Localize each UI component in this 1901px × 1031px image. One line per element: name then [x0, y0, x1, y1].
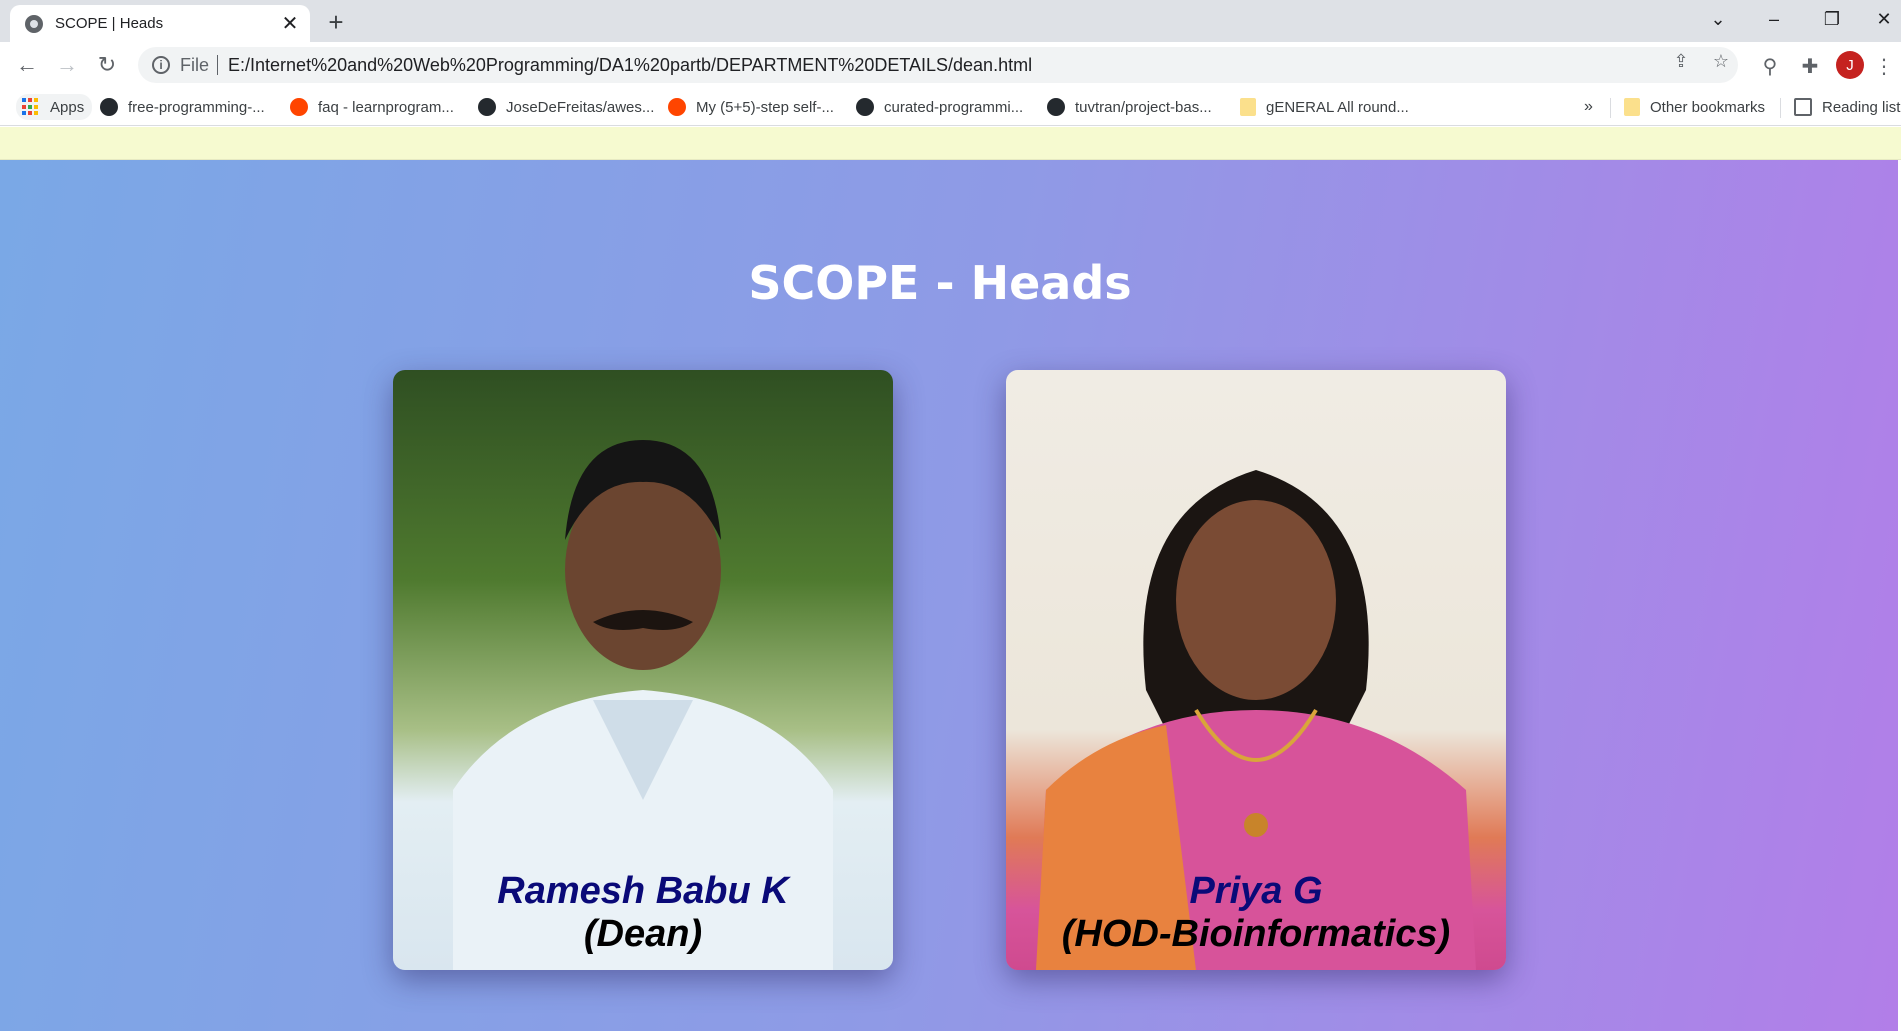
- bookmark-label: My (5+5)-step self-...: [696, 98, 834, 116]
- bookmark-label: gENERAL All round...: [1266, 98, 1409, 116]
- folder-icon: [1240, 98, 1256, 116]
- bookmarks-bar: Apps free-programming-... faq - learnpro…: [0, 88, 1901, 126]
- bookmark-item[interactable]: free-programming-...: [100, 94, 265, 120]
- github-icon: [100, 98, 118, 116]
- reddit-icon: [668, 98, 686, 116]
- close-tab-icon[interactable]: ✕: [276, 10, 304, 38]
- info-icon[interactable]: i: [152, 56, 170, 74]
- menu-icon[interactable]: ⋮: [1874, 52, 1894, 80]
- tab-title: SCOPE | Heads: [55, 15, 164, 32]
- bookmarks-divider: [1780, 98, 1781, 118]
- bookmark-item[interactable]: faq - learnprogram...: [290, 94, 454, 120]
- browser-toolbar: ← → ↻ i File E:/Internet%20and%20Web%20P…: [0, 42, 1901, 88]
- hod-role: (HOD-Bioinformatics): [1061, 913, 1451, 955]
- browser-tab[interactable]: SCOPE | Heads ✕: [10, 5, 310, 42]
- apps-icon: [22, 98, 40, 116]
- forward-button[interactable]: →: [52, 50, 82, 80]
- close-window-button[interactable]: ✕: [1864, 4, 1901, 34]
- hod-name: Priya G: [1189, 870, 1323, 912]
- bookmark-label: free-programming-...: [128, 98, 265, 116]
- reading-list-label: Reading list: [1822, 98, 1901, 116]
- other-bookmarks-label: Other bookmarks: [1650, 98, 1766, 116]
- tab-strip: SCOPE | Heads ✕ + ⌄ – ❐ ✕: [0, 0, 1901, 42]
- restore-button[interactable]: ❐: [1812, 4, 1852, 34]
- page-title: SCOPE - Heads: [748, 256, 1132, 310]
- address-separator: [217, 55, 219, 75]
- reload-button[interactable]: ↻: [92, 50, 122, 80]
- address-bar[interactable]: i File E:/Internet%20and%20Web%20Program…: [138, 47, 1738, 83]
- dean-name: Ramesh Babu K: [497, 870, 789, 912]
- bookmarks-divider: [1610, 98, 1611, 118]
- reading-list-icon: [1794, 98, 1812, 116]
- apps-label: Apps: [50, 98, 85, 116]
- bookmark-item[interactable]: gENERAL All round...: [1240, 94, 1409, 120]
- bookmark-star-icon[interactable]: ☆: [1710, 50, 1732, 72]
- reading-list[interactable]: Reading list: [1794, 94, 1900, 120]
- new-tab-button[interactable]: +: [322, 7, 350, 37]
- page-top-strip: [0, 127, 1901, 160]
- github-icon: [856, 98, 874, 116]
- minimize-button[interactable]: –: [1754, 4, 1794, 34]
- bookmark-label: faq - learnprogram...: [318, 98, 454, 116]
- bookmark-item[interactable]: tuvtran/project-bas...: [1047, 94, 1212, 120]
- dean-card: Ramesh Babu K (Dean): [393, 370, 893, 970]
- hod-caption: Priya G (HOD-Bioinformatics): [1006, 870, 1506, 956]
- dean-role: (Dean): [583, 913, 703, 955]
- github-icon: [478, 98, 496, 116]
- address-url[interactable]: E:/Internet%20and%20Web%20Programming/DA…: [228, 55, 1032, 76]
- extensions-icon[interactable]: ✚: [1796, 52, 1824, 80]
- bookmark-label: JoseDeFreitas/awes...: [506, 98, 655, 116]
- dean-caption: Ramesh Babu K (Dean): [393, 870, 893, 956]
- share-icon[interactable]: ⇪: [1670, 50, 1692, 72]
- back-button[interactable]: ←: [12, 50, 42, 80]
- folder-icon: [1624, 98, 1640, 116]
- globe-icon: [25, 14, 43, 33]
- search-icon[interactable]: ⚲: [1756, 52, 1784, 80]
- bookmark-item[interactable]: My (5+5)-step self-...: [668, 94, 834, 120]
- tab-search-icon[interactable]: ⌄: [1698, 4, 1738, 34]
- bookmark-item[interactable]: curated-programmi...: [856, 94, 1023, 120]
- address-scheme: File: [180, 54, 210, 75]
- hod-card: Priya G (HOD-Bioinformatics): [1006, 370, 1506, 970]
- bookmarks-overflow-button[interactable]: »: [1584, 94, 1593, 120]
- bookmark-item[interactable]: JoseDeFreitas/awes...: [478, 94, 654, 120]
- reddit-icon: [290, 98, 308, 116]
- page-content: SCOPE - Heads Ramesh Babu K (Dean) Priya…: [0, 160, 1901, 1031]
- other-bookmarks[interactable]: Other bookmarks: [1624, 94, 1765, 120]
- bookmark-label: curated-programmi...: [884, 98, 1024, 116]
- apps-bookmark[interactable]: Apps: [16, 94, 93, 120]
- profile-avatar[interactable]: J: [1836, 51, 1864, 79]
- github-icon: [1047, 98, 1065, 116]
- bookmark-label: tuvtran/project-bas...: [1075, 98, 1212, 116]
